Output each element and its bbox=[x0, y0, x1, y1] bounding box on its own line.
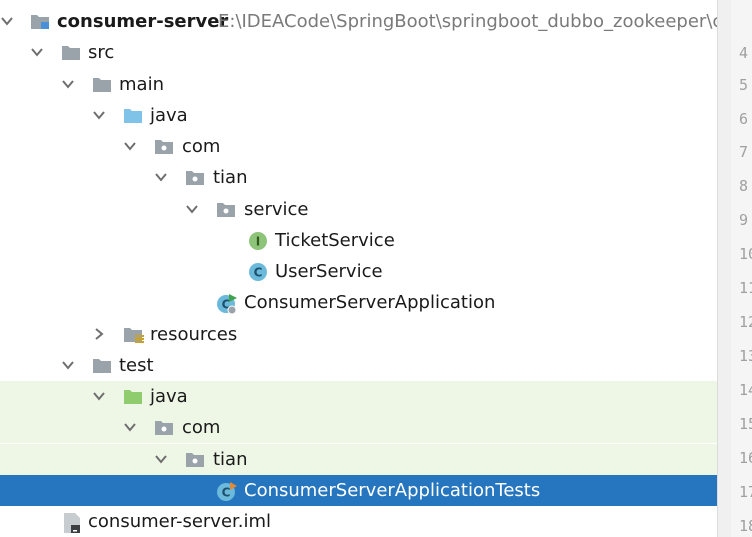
test-folder-icon bbox=[123, 387, 142, 405]
line-number: 18 bbox=[739, 517, 752, 535]
spring-boot-class-icon: C bbox=[216, 293, 237, 315]
package-icon bbox=[216, 200, 235, 218]
package-icon bbox=[185, 450, 204, 468]
tree-label: tian bbox=[213, 167, 248, 188]
editor-line-gutter: 4 5 6 7 8 9 10 11 12 13 14 15 16 17 18 bbox=[731, 0, 752, 537]
tree-label: main bbox=[119, 74, 164, 95]
line-number: 11 bbox=[739, 279, 752, 297]
chevron-down-icon[interactable] bbox=[30, 45, 44, 59]
tree-label: com bbox=[182, 136, 221, 157]
panel-divider[interactable] bbox=[717, 0, 732, 537]
tree-label: resources bbox=[150, 324, 238, 345]
tree-row-com-main[interactable]: com bbox=[0, 131, 717, 162]
project-path: E:\IDEACode\SpringBoot\springboot_dubbo_… bbox=[218, 11, 717, 32]
tree-label: ConsumerServerApplication bbox=[244, 292, 496, 313]
tree-row-main[interactable]: main bbox=[0, 69, 717, 100]
tree-row-com-test[interactable]: com bbox=[0, 412, 717, 443]
class-icon: C bbox=[248, 262, 267, 281]
line-number: 8 bbox=[739, 177, 749, 195]
tree-row-iml[interactable]: consumer-server.iml bbox=[0, 506, 717, 537]
package-icon bbox=[154, 418, 173, 436]
chevron-down-icon[interactable] bbox=[0, 14, 14, 28]
line-number: 9 bbox=[739, 211, 749, 229]
chevron-down-icon[interactable] bbox=[92, 389, 106, 403]
line-number: 6 bbox=[739, 110, 749, 128]
test-class-icon: C bbox=[216, 481, 237, 501]
resources-folder-icon bbox=[123, 325, 144, 343]
tree-label: java bbox=[150, 386, 188, 407]
chevron-down-icon[interactable] bbox=[123, 420, 137, 434]
tree-label: UserService bbox=[275, 261, 383, 282]
tree-label: tian bbox=[213, 449, 248, 470]
tree-label: com bbox=[182, 417, 221, 438]
tree-row-resources[interactable]: resources bbox=[0, 319, 717, 350]
chevron-down-icon[interactable] bbox=[123, 139, 137, 153]
line-number: 10 bbox=[739, 245, 752, 263]
chevron-down-icon[interactable] bbox=[154, 170, 168, 184]
tree-label: TicketService bbox=[275, 230, 395, 251]
chevron-down-icon[interactable] bbox=[154, 452, 168, 466]
tree-label: consumer-server.iml bbox=[88, 511, 272, 532]
chevron-down-icon[interactable] bbox=[185, 202, 199, 216]
tree-label: ConsumerServerApplicationTests bbox=[244, 480, 541, 501]
tree-row-application[interactable]: C ConsumerServerApplication bbox=[0, 287, 717, 318]
line-number: 15 bbox=[739, 415, 752, 433]
project-name: consumer-server bbox=[57, 11, 229, 32]
class-badge-letter: C bbox=[222, 486, 231, 500]
tree-row-java-main[interactable]: java bbox=[0, 100, 717, 131]
package-icon bbox=[185, 168, 204, 186]
line-number: 5 bbox=[739, 76, 749, 94]
module-folder-icon bbox=[30, 12, 49, 30]
interface-icon: I bbox=[248, 231, 267, 250]
tree-row-test[interactable]: test bbox=[0, 350, 717, 381]
tree-row-user-service[interactable]: C UserService bbox=[0, 256, 717, 287]
chevron-down-icon[interactable] bbox=[92, 108, 106, 122]
line-number: 16 bbox=[739, 449, 752, 467]
tree-row-ticket-service[interactable]: I TicketService bbox=[0, 225, 717, 256]
source-folder-icon bbox=[123, 106, 142, 124]
class-badge-letter: C bbox=[254, 266, 263, 280]
folder-icon bbox=[61, 43, 80, 61]
line-number: 14 bbox=[739, 381, 752, 399]
tree-row-application-tests[interactable]: C ConsumerServerApplicationTests bbox=[0, 475, 717, 506]
chevron-down-icon[interactable] bbox=[61, 358, 75, 372]
line-number: 17 bbox=[739, 483, 752, 501]
tree-label: service bbox=[244, 199, 309, 220]
tree-row-project-root[interactable]: consumer-server E:\IDEACode\SpringBoot\s… bbox=[0, 6, 717, 37]
tree-label: java bbox=[150, 105, 188, 126]
chevron-right-icon[interactable] bbox=[92, 327, 106, 341]
line-number: 4 bbox=[739, 44, 749, 62]
iml-file-icon bbox=[62, 512, 80, 533]
project-tree: consumer-server E:\IDEACode\SpringBoot\s… bbox=[0, 0, 717, 537]
tree-row-service[interactable]: service bbox=[0, 194, 717, 225]
tree-row-tian-test[interactable]: tian bbox=[0, 444, 717, 475]
package-icon bbox=[154, 137, 173, 155]
tree-row-tian-main[interactable]: tian bbox=[0, 162, 717, 193]
line-number: 7 bbox=[739, 143, 749, 161]
folder-icon bbox=[92, 75, 111, 93]
tree-row-src[interactable]: src bbox=[0, 37, 717, 68]
chevron-down-icon[interactable] bbox=[61, 77, 75, 91]
tree-row-java-test[interactable]: java bbox=[0, 381, 717, 412]
tree-label: src bbox=[88, 42, 115, 63]
tree-label: test bbox=[119, 355, 154, 376]
line-number: 12 bbox=[739, 313, 752, 331]
line-number: 13 bbox=[739, 347, 752, 365]
interface-badge-letter: I bbox=[256, 235, 260, 249]
folder-icon bbox=[92, 356, 111, 374]
